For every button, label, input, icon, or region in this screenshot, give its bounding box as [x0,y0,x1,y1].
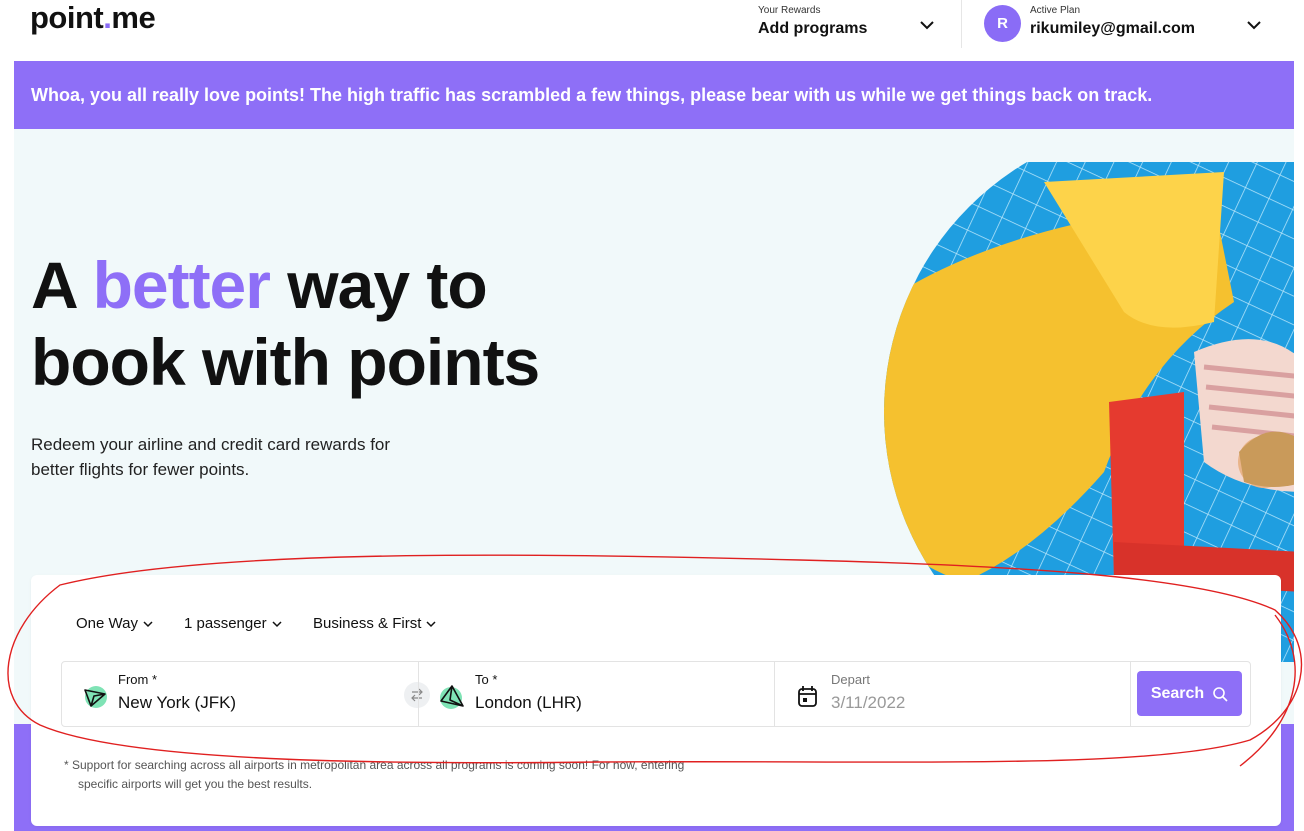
arrival-plane-icon [440,685,464,709]
hero-subtext: Redeem your airline and credit card rewa… [31,435,391,479]
chevron-down-icon [1247,21,1261,30]
depart-date-field[interactable]: Depart 3/11/2022 [775,662,1131,726]
headline-part1: A [31,248,93,322]
rewards-dropdown[interactable]: Your Rewards Add programs [758,5,938,49]
search-icon [1213,686,1228,702]
logo-text-point: point [30,0,104,35]
headline-line2: book with points [31,325,540,399]
logo-text-me: me [111,0,156,35]
passengers-label: 1 passenger [184,615,267,632]
account-email: rikumiley@gmail.com [1030,20,1195,37]
search-fields: From * New York (JFK) To * London (LHR) … [61,661,1251,727]
chevron-down-icon [272,620,282,627]
chevron-down-icon [143,620,153,627]
search-button-label: Search [1150,684,1205,702]
header-divider [961,0,962,48]
flight-search-card: One Way 1 passenger Business & First Fro… [31,575,1281,826]
hero-headline: A better way to book with points [31,247,540,401]
cabin-class-label: Business & First [313,615,422,632]
top-header: point.me Your Rewards Add programs R Act… [0,0,1304,61]
from-field[interactable]: From * New York (JFK) [62,662,418,726]
rewards-value: Add programs [758,20,868,37]
headline-accent: better [92,248,271,322]
airport-support-note: * Support for searching across all airpo… [64,758,685,791]
pointme-logo[interactable]: point.me [30,0,156,36]
account-dropdown[interactable]: R Active Plan rikumiley@gmail.com [984,5,1274,49]
depart-label: Depart [831,672,871,687]
passengers-dropdown[interactable]: 1 passenger [184,615,283,632]
trip-type-dropdown[interactable]: One Way [76,615,154,632]
active-plan-label: Active Plan [1030,5,1081,16]
cabin-class-dropdown[interactable]: Business & First [313,615,437,632]
to-value: London (LHR) [475,693,582,712]
trip-type-label: One Way [76,615,138,632]
headline-part2: way to [269,248,487,322]
depart-value: 3/11/2022 [831,693,906,712]
to-label: To * [475,672,498,687]
departure-plane-icon [84,686,107,708]
search-button[interactable]: Search [1137,671,1242,716]
from-label: From * [118,672,157,687]
chevron-down-icon [920,21,934,30]
field-divider [1130,662,1131,726]
chevron-down-icon [426,620,436,627]
calendar-icon [798,686,817,707]
traffic-banner: Whoa, you all really love points! The hi… [14,61,1294,129]
avatar: R [984,5,1021,42]
rewards-label: Your Rewards [758,5,821,16]
from-value: New York (JFK) [118,693,237,712]
to-field[interactable]: To * London (LHR) [419,662,775,726]
